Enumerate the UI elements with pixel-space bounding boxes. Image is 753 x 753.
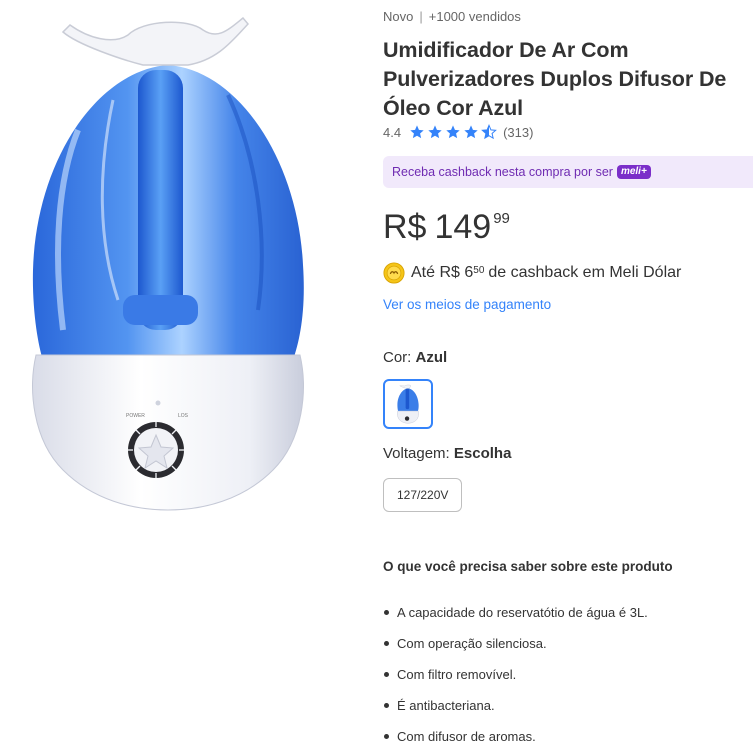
swatch-thumbnail (397, 384, 419, 424)
color-label: Cor: Azul (383, 349, 447, 366)
feature-text: É antibacteriana. (397, 698, 495, 713)
meli-dollar-coin-icon (383, 262, 405, 284)
star-half-icon (481, 124, 497, 140)
product-subtitle: Novo | +1000 vendidos (383, 9, 521, 24)
bullet-icon (384, 703, 389, 708)
voltage-option-127-220v[interactable]: 127/220V (383, 478, 463, 512)
list-item: Com filtro removível. (383, 659, 648, 690)
color-value: Azul (415, 349, 448, 366)
cashback-prefix: Até R$ 6 (411, 264, 474, 281)
price: R$ 149 99 (383, 207, 510, 247)
star-full-icon (446, 125, 460, 139)
cashback-cents: 50 (473, 264, 485, 276)
condition-text: Novo (383, 9, 414, 24)
cashback-info: Até R$ 6 50 de cashback em Meli Dólar (383, 262, 681, 284)
feature-text: Com difusor de aromas. (397, 729, 536, 744)
price-currency: R$ (383, 208, 427, 246)
voltage-label-text: Voltagem: (383, 445, 450, 462)
svg-text:LOS: LOS (178, 413, 189, 419)
list-item: A capacidade do reservatótio de água é 3… (383, 597, 648, 628)
color-label-text: Cor: (383, 349, 412, 366)
bullet-icon (384, 610, 389, 615)
feature-text: Com operação silenciosa. (397, 636, 547, 651)
list-item: É antibacteriana. (383, 690, 648, 721)
bullet-icon (384, 641, 389, 646)
feature-text: Com filtro removível. (397, 667, 517, 682)
price-cents: 99 (493, 210, 510, 227)
rating-row[interactable]: 4.4 (313) (383, 124, 533, 140)
svg-text:POWER: POWER (126, 413, 145, 419)
product-image[interactable]: POWER LOS (18, 10, 318, 520)
meli-plus-badge: meli+ (616, 165, 651, 179)
product-title: Umidificador De Ar Com Pulverizadores Du… (383, 38, 727, 120)
subtitle-separator: | (419, 9, 423, 24)
voltage-value: Escolha (453, 445, 512, 462)
list-item: Com operação silenciosa. (383, 628, 648, 659)
feature-text: A capacidade do reservatótio de água é 3… (397, 605, 648, 620)
rating-count: (313) (503, 124, 534, 140)
features-title: O que você precisa saber sobre este prod… (383, 559, 673, 574)
star-full-icon (428, 125, 442, 139)
star-full-icon (410, 125, 424, 139)
voltage-label: Voltagem: Escolha (383, 445, 511, 462)
cashback-banner: Receba cashback nesta compra por ser mel… (383, 156, 753, 188)
cashback-banner-text: Receba cashback nesta compra por ser (392, 165, 613, 179)
gallery: POWER LOS (0, 0, 370, 753)
sold-count: +1000 vendidos (428, 9, 521, 24)
star-full-icon (464, 125, 478, 139)
rating-value: 4.4 (383, 124, 402, 140)
product-info: Novo | +1000 vendidos Umidificador De Ar C… (383, 0, 753, 753)
payment-methods-link[interactable]: Ver os meios de pagamento (383, 297, 551, 312)
cashback-suffix: de cashback em Meli Dólar (488, 264, 682, 281)
bullet-icon (384, 672, 389, 677)
list-item: Com difusor de aromas. (383, 721, 648, 752)
price-whole: 149 (434, 208, 492, 246)
bullet-icon (384, 734, 389, 739)
features-list: A capacidade do reservatótio de água é 3… (383, 597, 648, 752)
color-swatch-azul[interactable] (383, 379, 433, 429)
rating-stars (409, 124, 497, 140)
